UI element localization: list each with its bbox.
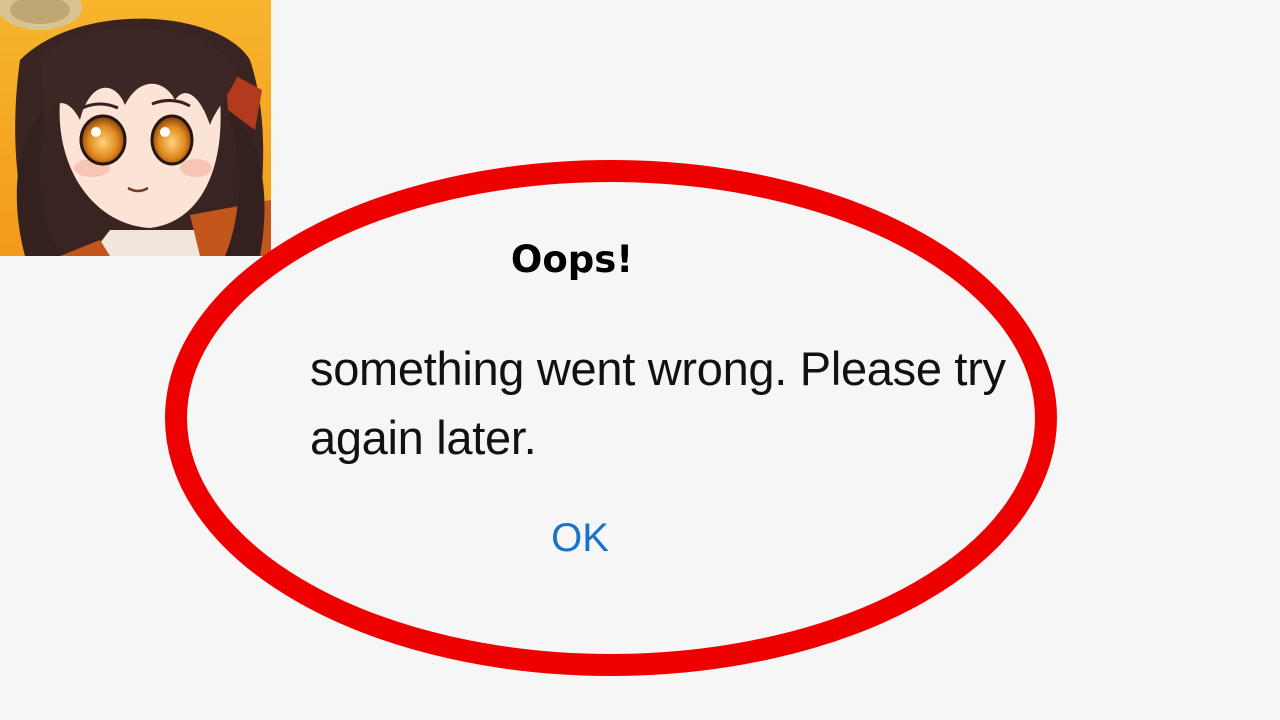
ok-button[interactable]: OK <box>530 508 630 568</box>
dialog-message: something went wrong. Please try again l… <box>310 342 1006 464</box>
screen: Oops! something went wrong. Please try a… <box>0 0 1280 720</box>
dialog-title: Oops! <box>510 238 634 281</box>
game-app-icon <box>0 0 271 256</box>
